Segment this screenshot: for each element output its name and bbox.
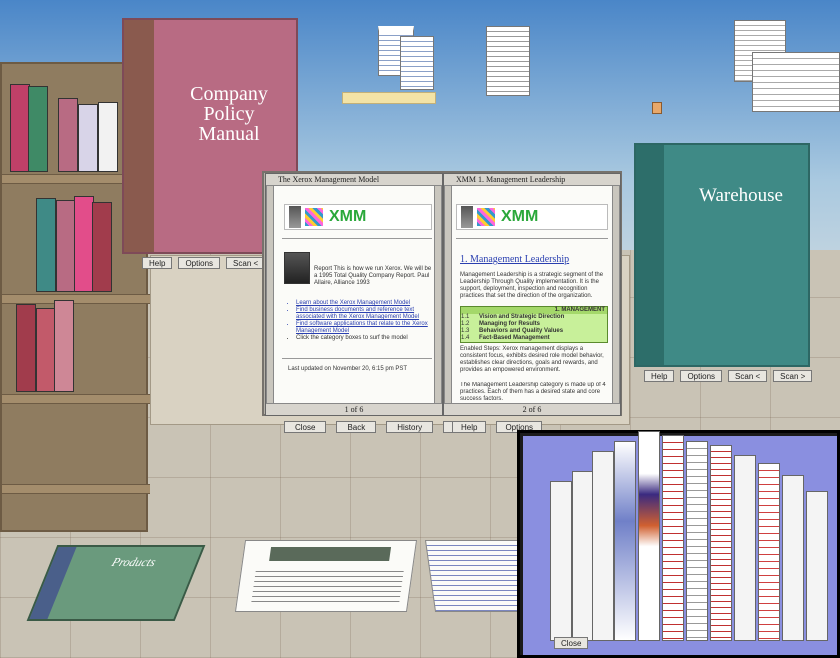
products-book[interactable]: Products — [26, 545, 206, 621]
floor-document[interactable] — [234, 540, 418, 612]
right-page-indicator[interactable]: 2 of 6 — [444, 403, 620, 415]
warehouse-book[interactable]: Warehouse — [634, 143, 810, 367]
xmm-logo: XMM — [284, 204, 432, 230]
help-button[interactable]: Help — [644, 370, 675, 382]
shelf-book[interactable] — [16, 304, 36, 392]
shelf-book[interactable] — [10, 84, 30, 172]
table-row[interactable]: 1.4 Fact-Based Management — [461, 335, 607, 342]
book-spine — [124, 20, 154, 252]
help-button[interactable]: Help — [452, 421, 487, 433]
book-title: Company Policy Manual — [174, 84, 284, 144]
left-page: The Xerox Management Model XMM Report Th… — [265, 173, 443, 416]
warehouse-book-buttons: Help Options Scan < Scan > — [644, 370, 813, 382]
book-title: Warehouse — [699, 185, 783, 206]
shelf-book[interactable] — [28, 86, 48, 172]
table-row[interactable]: 1.2 Managing for Results — [461, 321, 607, 328]
scan-forward-button[interactable]: Scan > — [773, 370, 813, 382]
list-item: Click the category boxes to surf the mod… — [296, 335, 434, 342]
title-line: Company — [190, 83, 268, 105]
logo-text: XMM — [329, 208, 367, 225]
xmm-grid-icon — [477, 208, 495, 226]
options-button[interactable]: Options — [680, 370, 723, 382]
open-web-book: The Xerox Management Model XMM Report Th… — [262, 171, 622, 416]
options-button[interactable]: Options — [178, 257, 221, 269]
shelf-book[interactable] — [92, 202, 112, 292]
shelf-book[interactable] — [56, 200, 76, 292]
shelf-book[interactable] — [78, 104, 98, 172]
logo-text: XMM — [501, 208, 539, 225]
section-heading[interactable]: 1. Management Leadership — [460, 254, 569, 265]
3d-workspace: Company Policy Manual Help Options Scan … — [0, 0, 840, 658]
note-pad[interactable] — [342, 92, 436, 104]
section-body: Enabled Steps: Xerox management displays… — [460, 346, 604, 373]
close-button[interactable]: Close — [284, 421, 327, 433]
table-header: 1. MANAGEMENT — [461, 307, 607, 314]
inset-close-button[interactable]: Close — [554, 637, 589, 649]
help-button[interactable]: Help — [142, 257, 173, 269]
section-body-2: The Management Leadership category is ma… — [460, 382, 606, 402]
xmm-grid-icon — [305, 208, 323, 226]
link-list: Learn about the Xerox Management Model F… — [288, 300, 434, 342]
list-link[interactable]: Learn about the Xerox Management Model — [296, 300, 434, 307]
table-row[interactable]: 1.3 Behaviors and Quality Values — [461, 328, 607, 335]
list-link[interactable]: Find software applications that relate t… — [296, 321, 434, 335]
portrait-photo — [284, 252, 310, 284]
left-page-indicator[interactable]: 1 of 6 — [266, 403, 442, 415]
shelf-book[interactable] — [54, 300, 74, 392]
title-line: Manual — [198, 123, 260, 145]
shelf-book[interactable] — [98, 102, 118, 172]
shelf-book[interactable] — [74, 196, 94, 292]
right-page-scrollbar[interactable] — [612, 186, 620, 404]
left-page-scrollbar[interactable] — [266, 186, 274, 404]
xmm-icon — [461, 206, 473, 228]
back-button[interactable]: Back — [336, 421, 377, 433]
title-line: Policy — [203, 103, 255, 125]
inset-overview-view[interactable]: Close — [517, 430, 840, 658]
xmm-icon — [289, 206, 301, 228]
section-intro: Management Leadership is a strategic seg… — [460, 272, 604, 299]
policy-book-buttons: Help Options Scan < — [142, 257, 266, 269]
small-marker[interactable] — [652, 102, 662, 114]
xmm-logo: XMM — [456, 204, 608, 230]
left-page-title: The Xerox Management Model — [266, 174, 442, 186]
floating-document[interactable] — [486, 26, 530, 96]
scan-back-button[interactable]: Scan < — [728, 370, 768, 382]
history-button[interactable]: History — [386, 421, 434, 433]
practices-table: 1. MANAGEMENT 1.1 Vision and Strategic Di… — [460, 306, 608, 343]
book-spine — [636, 145, 664, 365]
intro-text: Report This is how we run Xerox. We will… — [314, 266, 432, 286]
right-page-title: XMM 1. Management Leadership — [444, 174, 620, 186]
table-row[interactable]: 1.1 Vision and Strategic Direction — [461, 314, 607, 321]
book-title: Products — [109, 555, 159, 569]
shelf-book[interactable] — [36, 308, 56, 392]
right-page-scrollbar-left[interactable] — [444, 186, 452, 404]
floating-document[interactable] — [752, 52, 840, 112]
scan-back-button[interactable]: Scan < — [226, 257, 266, 269]
last-updated: Last updated on November 20, 6:15 pm PST — [288, 366, 408, 372]
list-link[interactable]: Find business documents and reference te… — [296, 307, 434, 321]
right-page: XMM 1. Management Leadership XMM 1. Mana… — [443, 173, 621, 416]
shelf-book[interactable] — [58, 98, 78, 172]
floating-document[interactable] — [400, 36, 434, 90]
left-page-scrollbar-right[interactable] — [434, 186, 442, 404]
shelf-book[interactable] — [36, 198, 56, 292]
